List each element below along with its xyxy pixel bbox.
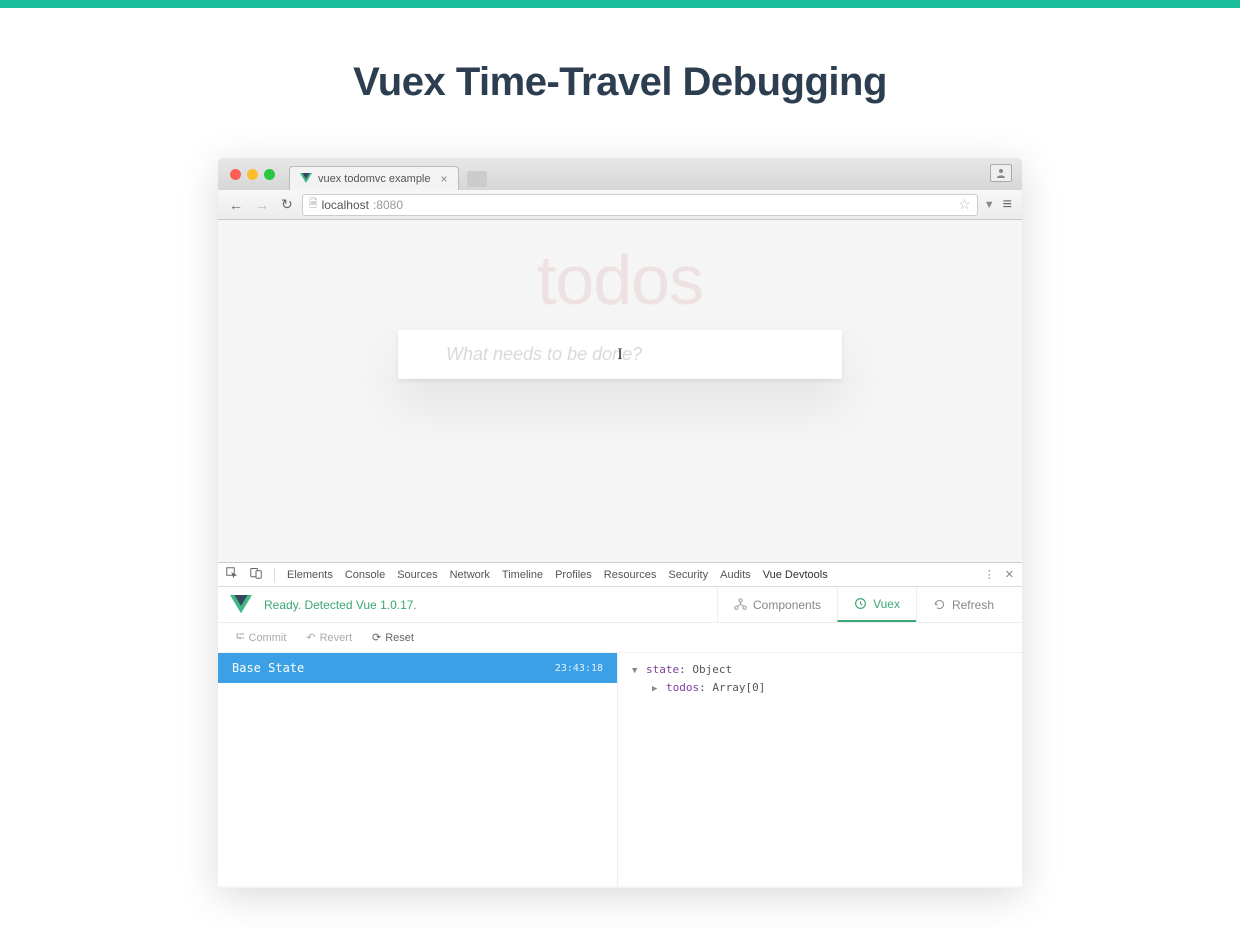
refresh-icon <box>933 598 946 611</box>
components-icon <box>734 598 747 611</box>
state-child-line[interactable]: ▶todos: Array[0] <box>632 679 1008 697</box>
commit-button[interactable]: ⮓ Commit <box>236 628 286 647</box>
expand-toggle-icon[interactable]: ▶ <box>652 682 662 696</box>
device-toggle-icon[interactable] <box>250 567 262 582</box>
minimize-window-button[interactable] <box>247 169 258 180</box>
slide-accent-stripe <box>0 0 1240 8</box>
vuex-action-bar: ⮓ Commit ↶ Revert ⟳ Reset <box>218 623 1022 653</box>
devtools-tab-audits[interactable]: Audits <box>720 569 751 581</box>
user-icon <box>995 167 1007 179</box>
mutation-label: Base State <box>232 661 304 675</box>
close-tab-icon[interactable]: × <box>441 172 448 186</box>
window-controls <box>230 169 275 180</box>
close-window-button[interactable] <box>230 169 241 180</box>
devtools-tab-network[interactable]: Network <box>450 569 490 581</box>
devtools-tabbar: Elements Console Sources Network Timelin… <box>218 563 1022 587</box>
browser-window: vuex todomvc example × ← → ↻ 🗎 localhost… <box>218 158 1022 888</box>
state-value: Object <box>692 663 732 676</box>
devtools-tab-elements[interactable]: Elements <box>287 569 333 581</box>
devtools-tab-profiles[interactable]: Profiles <box>555 569 592 581</box>
action-label: Reset <box>385 632 414 644</box>
revert-button[interactable]: ↶ Revert <box>306 631 352 644</box>
vuex-body: Base State 23:43:18 ▼state: Object ▶todo… <box>218 653 1022 886</box>
devtools-tab-console[interactable]: Console <box>345 569 385 581</box>
bookmark-star-icon[interactable]: ☆ <box>958 196 971 213</box>
devtools-panel: Elements Console Sources Network Timelin… <box>218 562 1022 886</box>
history-icon <box>854 597 867 610</box>
vdt-tab-vuex[interactable]: Vuex <box>837 587 916 622</box>
state-inspector: ▼state: Object ▶todos: Array[0] <box>618 653 1022 886</box>
address-bar[interactable]: 🗎 localhost :8080 ☆ <box>302 194 978 216</box>
slide-title: Vuex Time-Travel Debugging <box>0 60 1240 105</box>
action-label: Commit <box>249 632 287 644</box>
vue-favicon-icon <box>300 173 312 185</box>
reload-icon: ⟳ <box>372 631 381 644</box>
forward-button[interactable]: → <box>252 197 272 213</box>
page-viewport: todos I <box>218 220 1022 562</box>
devtools-close-icon[interactable]: ✕ <box>1005 568 1014 581</box>
vdt-tab-label: Vuex <box>873 597 900 611</box>
back-button[interactable]: ← <box>226 197 246 213</box>
chevron-down-icon[interactable]: ▼ <box>984 199 995 211</box>
devtools-more-icon[interactable]: ⋮ <box>984 568 995 581</box>
profile-button[interactable] <box>990 164 1012 182</box>
mutation-list: Base State 23:43:18 <box>218 653 618 886</box>
state-value: Array[0] <box>712 681 765 694</box>
separator <box>274 568 275 582</box>
browser-tab[interactable]: vuex todomvc example × <box>289 166 459 190</box>
mutation-row-base-state[interactable]: Base State 23:43:18 <box>218 653 617 683</box>
vdt-tab-label: Components <box>753 598 821 612</box>
browser-toolbar: ← → ↻ 🗎 localhost :8080 ☆ ▼ ≡ <box>218 190 1022 220</box>
devtools-tab-resources[interactable]: Resources <box>604 569 657 581</box>
state-key: todos <box>666 681 699 694</box>
devtools-tab-security[interactable]: Security <box>668 569 708 581</box>
url-port: :8080 <box>373 198 403 212</box>
devtools-tab-timeline[interactable]: Timeline <box>502 569 543 581</box>
maximize-window-button[interactable] <box>264 169 275 180</box>
page-icon: 🗎 <box>309 195 318 214</box>
vdt-tab-components[interactable]: Components <box>717 587 837 622</box>
vue-devtools-tabs: Components Vuex Refresh <box>717 587 1010 622</box>
state-root-line[interactable]: ▼state: Object <box>632 661 1008 679</box>
browser-tab-bar: vuex todomvc example × <box>218 158 1022 190</box>
tab-title: vuex todomvc example <box>318 173 431 185</box>
todo-input-container: I <box>398 330 842 379</box>
vue-logo-icon <box>230 595 252 615</box>
inspect-element-icon[interactable] <box>226 567 238 582</box>
vue-devtools-header: Ready. Detected Vue 1.0.17. Components V… <box>218 587 1022 623</box>
devtools-tab-sources[interactable]: Sources <box>397 569 437 581</box>
vue-detect-status: Ready. Detected Vue 1.0.17. <box>264 598 417 612</box>
mutation-time: 23:43:18 <box>555 663 603 674</box>
reload-button[interactable]: ↻ <box>278 196 296 213</box>
state-key: state <box>646 663 679 676</box>
hamburger-menu-icon[interactable]: ≡ <box>1001 196 1014 214</box>
devtools-tab-vue[interactable]: Vue Devtools <box>763 569 828 581</box>
new-tab-button[interactable] <box>467 171 487 187</box>
reset-button[interactable]: ⟳ Reset <box>372 631 414 644</box>
collapse-toggle-icon[interactable]: ▼ <box>632 664 642 678</box>
action-label: Revert <box>320 632 352 644</box>
undo-icon: ↶ <box>306 631 315 644</box>
vdt-tab-refresh[interactable]: Refresh <box>916 587 1010 622</box>
vdt-tab-label: Refresh <box>952 598 994 612</box>
app-heading: todos <box>218 220 1022 320</box>
text-cursor-icon: I <box>617 346 622 364</box>
url-host: localhost <box>322 198 369 212</box>
download-icon: ⮓ <box>236 628 245 647</box>
